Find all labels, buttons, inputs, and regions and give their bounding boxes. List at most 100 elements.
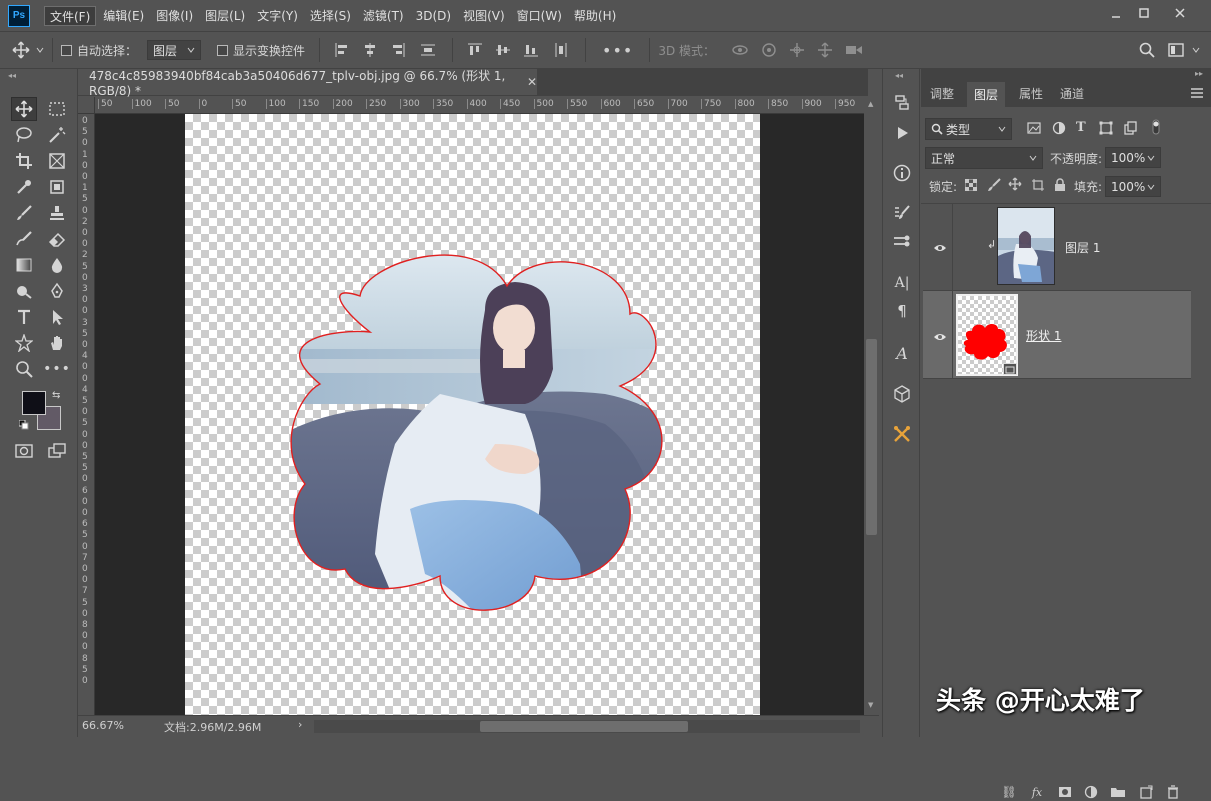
distribute-vertical-icon[interactable] [420,42,436,58]
tab-layers[interactable]: 图层 [966,81,1006,107]
layer-name-photo[interactable]: 图层 1 [1065,239,1100,256]
tab-properties[interactable]: 属性 [1010,81,1052,107]
screen-mode-icon[interactable] [44,439,70,463]
menu-layer[interactable]: 图层(L) [200,6,250,26]
blend-mode-dropdown[interactable]: 正常 [925,147,1043,169]
menu-file[interactable]: 文件(F) [44,5,97,26]
menu-window[interactable]: 窗口(W) [512,6,567,26]
panel-menu-icon[interactable] [1191,87,1203,101]
quick-mask-icon[interactable] [11,439,37,463]
align-right-icon[interactable] [390,42,406,58]
custom-shape-tool-icon[interactable] [11,331,37,355]
swap-colors-icon[interactable]: ⇆ [52,390,60,401]
visibility-eye-icon[interactable] [933,331,947,341]
lasso-tool-icon[interactable] [11,123,37,147]
distribute-horizontal-icon[interactable] [553,42,569,58]
3d-pan-icon[interactable] [789,42,805,58]
eraser-tool-icon[interactable] [44,227,70,251]
default-colors-icon[interactable] [18,419,29,430]
maximize-icon[interactable] [1131,4,1157,22]
align-bottom-icon[interactable] [523,42,539,58]
filter-shape-icon[interactable] [1099,121,1113,138]
delete-layer-icon[interactable] [1163,783,1183,801]
brushes-panel-icon[interactable] [889,229,915,253]
history-brush-tool-icon[interactable] [11,227,37,251]
3d-scale-camera-icon[interactable] [845,43,863,57]
3d-panel-icon[interactable] [889,382,915,406]
history-panel-icon[interactable] [889,91,915,115]
blur-tool-icon[interactable] [44,253,70,277]
align-top-icon[interactable] [467,42,483,58]
expand-panels-icon[interactable]: ◂◂ [895,71,903,80]
link-layers-icon[interactable]: ⛓ [999,783,1019,801]
collapse-toolbox-icon[interactable]: ◂◂ [8,71,16,80]
minimize-icon[interactable] [1103,4,1129,22]
workspace-icon[interactable] [1168,42,1184,58]
canvas-area[interactable] [95,114,864,715]
opacity-field[interactable]: 100% [1105,147,1161,168]
frame-tool-icon[interactable] [44,149,70,173]
more-options-icon[interactable]: ••• [602,41,633,60]
menu-image[interactable]: 图像(I) [151,6,198,26]
3d-roll-icon[interactable] [761,42,777,58]
lock-pixels-icon[interactable] [987,178,1001,195]
move-tool-icon[interactable] [12,41,30,59]
status-menu-icon[interactable]: › [298,718,302,731]
crop-tool-icon[interactable] [11,149,37,173]
brush-settings-icon[interactable] [889,201,915,225]
object-selection-tool-icon[interactable] [44,175,70,199]
fx-icon[interactable]: fx [1027,783,1047,801]
layer-row-shape[interactable]: 形状 1 [923,291,1191,379]
character-panel-icon[interactable]: A| [889,271,915,295]
menu-help[interactable]: 帮助(H) [569,6,621,26]
3d-orbit-icon[interactable] [731,43,749,57]
glyphs-panel-icon[interactable]: A [889,341,915,365]
filter-adjustment-icon[interactable] [1052,121,1066,138]
vertical-scroll-thumb[interactable] [866,339,877,535]
align-vcenter-icon[interactable] [495,42,511,58]
zoom-level[interactable]: 66.67% [82,719,124,732]
add-mask-icon[interactable] [1055,783,1075,801]
brush-tool-icon[interactable] [11,201,37,225]
new-layer-icon[interactable] [1136,783,1156,801]
filter-smart-object-icon[interactable] [1123,121,1137,138]
search-icon[interactable] [1139,42,1155,58]
ruler-origin[interactable] [78,97,95,113]
new-adjustment-layer-icon[interactable] [1081,783,1101,801]
info-panel-icon[interactable] [889,161,915,185]
type-tool-icon[interactable] [11,305,37,329]
lock-position-icon[interactable] [1008,177,1022,194]
layer-row-photo[interactable]: ↲ 图层 1 [923,204,1191,291]
document-tab[interactable]: 478c4c85983940bf84cab3a50406d677_tplv-ob… [78,69,537,98]
gradient-tool-icon[interactable] [11,253,37,277]
filter-toggle-icon[interactable] [1152,119,1160,138]
foreground-color-swatch[interactable] [22,391,46,415]
lock-transparent-icon[interactable] [964,178,978,194]
layer-name-shape[interactable]: 形状 1 [1026,327,1061,344]
scroll-down-icon[interactable]: ▼ [868,701,873,709]
stamp-tool-icon[interactable] [44,201,70,225]
align-hcenter-icon[interactable] [362,42,378,58]
menu-select[interactable]: 选择(S) [305,6,356,26]
collapse-dock-icon[interactable]: ▸▸ [1195,69,1203,78]
path-selection-tool-icon[interactable] [44,305,70,329]
tool-preset-chevron-icon[interactable] [36,46,44,54]
tab-adjustments[interactable]: 调整 [921,81,963,107]
tab-channels[interactable]: 通道 [1052,81,1092,107]
3d-slide-icon[interactable] [817,42,833,58]
lock-artboard-icon[interactable] [1031,178,1045,195]
close-document-icon[interactable]: ✕ [527,75,537,89]
visibility-eye-icon[interactable] [933,242,947,252]
dodge-tool-icon[interactable] [11,279,37,303]
hand-tool-icon[interactable] [44,331,70,355]
filter-pixel-icon[interactable] [1027,122,1041,137]
horizontal-scroll-thumb[interactable] [480,721,688,732]
menu-type[interactable]: 文字(Y) [252,6,303,26]
lock-all-icon[interactable] [1054,178,1066,195]
workspace-chevron-icon[interactable] [1192,46,1200,54]
tool-presets-icon[interactable] [889,422,915,446]
show-transform-checkbox[interactable] [217,44,229,56]
horizontal-scrollbar[interactable] [314,720,860,733]
edit-toolbar-icon[interactable]: ••• [43,357,70,381]
menu-view[interactable]: 视图(V) [458,6,510,26]
